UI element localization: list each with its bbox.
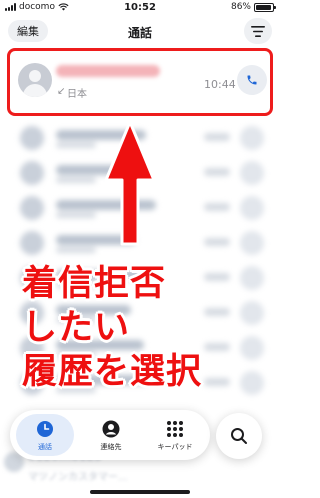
keypad-icon (167, 421, 183, 437)
annotation-line-1: 着信拒否 (22, 264, 167, 304)
blurred-caller-sub: マツノンカスタマー... (28, 472, 128, 483)
battery-icon (254, 2, 276, 12)
hamburger-icon (251, 25, 265, 37)
call-button[interactable] (237, 65, 267, 95)
person-icon (102, 420, 120, 438)
home-indicator (90, 490, 190, 494)
tab-calls[interactable]: 通話 (16, 414, 74, 456)
status-bar: docomo 10:52 86% (0, 0, 280, 16)
incoming-arrow-icon: ↙ (57, 86, 66, 97)
menu-button[interactable] (244, 18, 272, 44)
tab-label: 連絡先 (100, 443, 122, 451)
call-time: 10:44 (204, 78, 236, 91)
phone-icon (247, 75, 257, 85)
battery-percent: 86% (230, 2, 251, 12)
search-button[interactable] (216, 413, 262, 459)
tab-contacts[interactable]: 連絡先 (82, 414, 140, 456)
clock-icon (37, 421, 53, 437)
battery: 86% (230, 2, 276, 12)
tab-bar: 通話 連絡先 キーパッド (10, 410, 210, 460)
annotation-line-2: したい (22, 308, 131, 348)
caller-name-redacted (56, 65, 160, 77)
search-icon (231, 428, 247, 444)
tab-keypad[interactable]: キーパッド (146, 414, 204, 456)
tab-label: 通話 (38, 443, 52, 451)
avatar (18, 63, 52, 97)
call-location: 日本 (67, 89, 87, 100)
tab-label: キーパッド (157, 443, 193, 451)
page-title: 通話 (127, 26, 152, 40)
red-arrow-annotation (104, 120, 156, 246)
annotation-line-3: 履歴を選択 (22, 352, 203, 392)
call-history-row-highlighted[interactable]: ↙ 日本 10:44 (7, 48, 273, 116)
